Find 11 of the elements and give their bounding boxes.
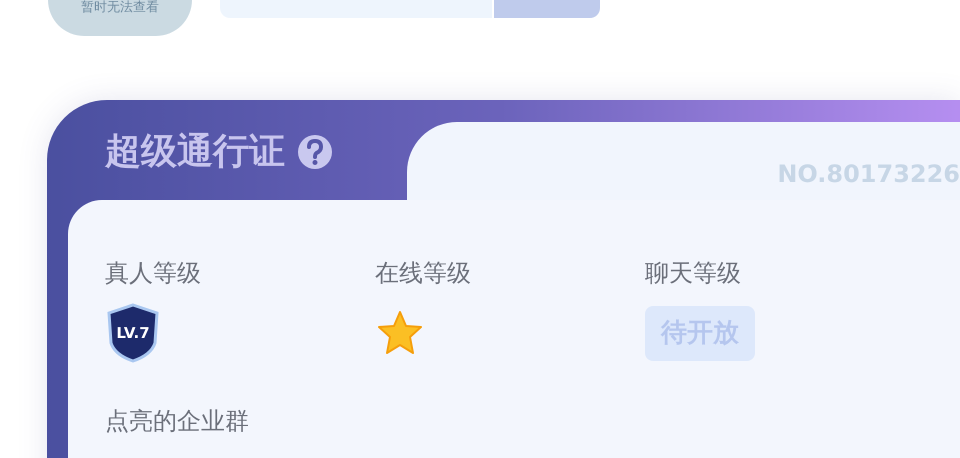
level-text: LV.7	[116, 322, 150, 344]
level-label: 真人等级	[105, 258, 202, 289]
level-label: 在线等级	[375, 258, 472, 289]
section-title: 点亮的企业群	[105, 407, 249, 435]
help-icon[interactable]	[297, 134, 333, 170]
level-label: 聊天等级	[645, 258, 742, 289]
avatar-note: 暂时无法查看	[81, 0, 159, 16]
shield-icon	[105, 303, 161, 363]
star-icon	[375, 309, 425, 357]
pass-title: 超级通行证	[105, 130, 285, 174]
action-button[interactable]	[494, 0, 600, 18]
